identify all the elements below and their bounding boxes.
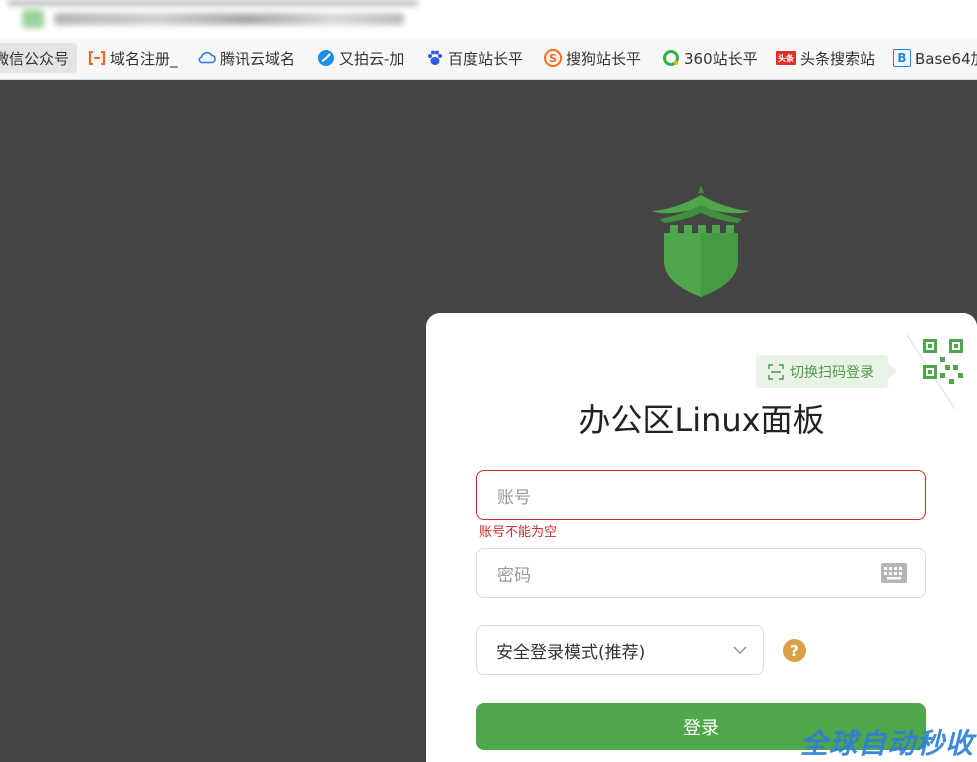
page-title: 办公区Linux面板 bbox=[578, 401, 825, 439]
login-card: 切换扫码登录 办公区Linux面板 账号 账号不能为空 密码 安全登录模式(推荐… bbox=[426, 313, 977, 762]
bookmark-baidu-webmaster[interactable]: 百度站长平 bbox=[426, 43, 523, 73]
base64-icon: B bbox=[893, 49, 911, 67]
chevron-down-icon bbox=[733, 646, 747, 655]
bookmark-label: 百度站长平 bbox=[448, 49, 524, 68]
username-input[interactable]: 账号 bbox=[476, 470, 926, 520]
bookmark-label: 360站长平 bbox=[684, 49, 758, 68]
username-placeholder: 账号 bbox=[497, 487, 531, 508]
toutiao-icon: 头条 bbox=[776, 51, 796, 65]
bookmarks-bar: 微信公众号 域名注册_ 腾讯云域名 又拍云-加 百度站长平 S 搜狗站长平 36… bbox=[0, 38, 977, 80]
bookmark-sogou-webmaster[interactable]: S 搜狗站长平 bbox=[544, 43, 641, 73]
bookmark-label: 搜狗站长平 bbox=[566, 49, 642, 68]
login-mode-select[interactable]: 安全登录模式(推荐) bbox=[476, 625, 764, 675]
bookmark-label: Base64加 bbox=[915, 49, 977, 68]
password-placeholder: 密码 bbox=[497, 565, 531, 586]
360-icon bbox=[662, 49, 680, 67]
bookmark-label: 腾讯云域名 bbox=[220, 49, 296, 68]
bookmark-label: 又拍云-加 bbox=[339, 49, 405, 68]
username-error-message: 账号不能为空 bbox=[479, 525, 558, 540]
watermark-text: 全球自动秒收 bbox=[800, 727, 975, 760]
sogou-icon: S bbox=[544, 49, 562, 67]
blurred-url bbox=[8, 0, 418, 32]
bookmark-label: 微信公众号 bbox=[0, 49, 70, 68]
bookmark-base64[interactable]: B Base64加 bbox=[893, 43, 977, 73]
svg-text:S: S bbox=[549, 52, 557, 65]
scan-icon bbox=[768, 363, 784, 380]
castle-shield-logo-icon bbox=[652, 185, 750, 297]
baidu-paw-icon bbox=[426, 49, 444, 67]
password-input[interactable]: 密码 bbox=[476, 548, 926, 598]
upyun-icon bbox=[317, 49, 335, 67]
help-icon[interactable]: ? bbox=[783, 639, 806, 662]
switch-qr-login-tip[interactable]: 切换扫码登录 bbox=[756, 355, 897, 388]
qr-tip-label: 切换扫码登录 bbox=[790, 364, 874, 381]
keyboard-icon[interactable] bbox=[881, 563, 907, 583]
bookmark-wechat[interactable]: 微信公众号 bbox=[0, 43, 78, 73]
bookmark-tencent-cloud[interactable]: 腾讯云域名 bbox=[198, 43, 295, 73]
login-mode-value: 安全登录模式(推荐) bbox=[496, 642, 646, 663]
bookmark-label: 头条搜索站 bbox=[800, 49, 876, 68]
bookmark-domain-register[interactable]: 域名注册_ bbox=[88, 43, 178, 73]
aliyun-icon bbox=[88, 49, 106, 67]
bookmark-360-webmaster[interactable]: 360站长平 bbox=[662, 43, 758, 73]
bookmark-label: 域名注册_ bbox=[110, 49, 178, 68]
bookmark-toutiao-search[interactable]: 头条 头条搜索站 bbox=[776, 43, 875, 73]
bookmark-upyun[interactable]: 又拍云-加 bbox=[317, 43, 404, 73]
tencent-cloud-icon bbox=[198, 49, 216, 67]
address-bar bbox=[0, 0, 977, 38]
